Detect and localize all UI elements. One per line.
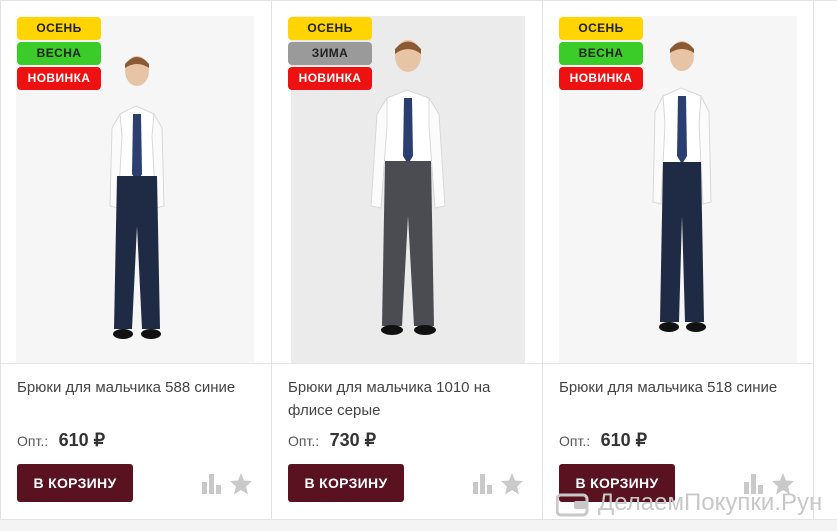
price-label: Опт.: [559, 433, 591, 449]
product-card-partial [813, 0, 837, 520]
season-badge-autumn: ОСЕНЬ [288, 17, 372, 40]
wallet-logo-icon [556, 493, 589, 517]
price-row: Опт.: 610 ₽ [559, 430, 647, 451]
price-value: 610 ₽ [58, 430, 106, 450]
season-badge-autumn: ОСЕНЬ [17, 17, 101, 40]
price-value: 730 ₽ [329, 430, 377, 450]
season-badge-spring: ВЕСНА [17, 42, 101, 65]
product-card: ОСЕНЬ ВЕСНА НОВИНКА Брюки для мальчика 5… [542, 0, 814, 520]
product-title[interactable]: Брюки для мальчика 518 синие [559, 376, 799, 399]
site-watermark: ДелаемПокупки.Рун [556, 488, 837, 518]
card-actions [201, 472, 257, 498]
new-badge: НОВИНКА [17, 67, 101, 90]
season-badge-spring: ВЕСНА [559, 42, 643, 65]
product-title[interactable]: Брюки для мальчика 588 синие [17, 376, 257, 399]
new-badge: НОВИНКА [559, 67, 643, 90]
product-card: ОСЕНЬ ЗИМА НОВИНКА Брюки для мальчика 10… [271, 0, 543, 520]
price-row: Опт.: 730 ₽ [288, 430, 376, 451]
product-card: ОСЕНЬ ВЕСНА НОВИНКА Брюки для мальчика 5… [0, 0, 272, 520]
badge-group: ОСЕНЬ ВЕСНА НОВИНКА [17, 17, 101, 92]
price-label: Опт.: [288, 433, 320, 449]
bar-chart-icon[interactable] [201, 474, 223, 494]
badge-group: ОСЕНЬ ЗИМА НОВИНКА [288, 17, 372, 92]
divider [543, 363, 813, 364]
price-row: Опт.: 610 ₽ [17, 430, 105, 451]
divider [272, 363, 542, 364]
price-label: Опт.: [17, 433, 49, 449]
star-icon[interactable] [229, 472, 253, 496]
card-actions [472, 472, 528, 498]
star-icon[interactable] [500, 472, 524, 496]
divider [1, 363, 271, 364]
badge-group: ОСЕНЬ ВЕСНА НОВИНКА [559, 17, 643, 92]
season-badge-winter: ЗИМА [288, 42, 372, 65]
new-badge: НОВИНКА [288, 67, 372, 90]
price-value: 610 ₽ [600, 430, 648, 450]
product-title[interactable]: Брюки для мальчика 1010 на флисе серые [288, 376, 528, 422]
season-badge-autumn: ОСЕНЬ [559, 17, 643, 40]
product-grid: ОСЕНЬ ВЕСНА НОВИНКА Брюки для мальчика 5… [0, 0, 837, 531]
add-to-cart-button[interactable]: В КОРЗИНУ [288, 464, 404, 502]
bar-chart-icon[interactable] [472, 474, 494, 494]
watermark-text: ДелаемПокупки.Рун [598, 489, 823, 516]
add-to-cart-button[interactable]: В КОРЗИНУ [17, 464, 133, 502]
